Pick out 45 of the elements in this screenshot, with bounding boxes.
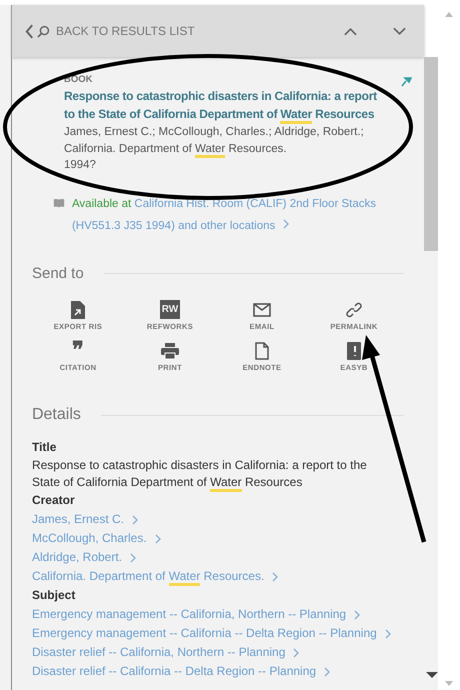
field-link[interactable]: Emergency management -- California -- Delta Region -- Planning — [32, 626, 377, 641]
chevron-right-icon[interactable] — [132, 514, 138, 524]
print-icon — [160, 341, 179, 360]
field-link[interactable]: Disaster relief -- California -- Delta Region -- Planning — [32, 664, 316, 679]
link-icon — [346, 300, 362, 319]
record-authors: James, Ernest C.; McCollough, Charles.; Aldridge, Robert.; California. Department of Water Resources. — [64, 124, 390, 158]
chevron-right-icon[interactable] — [324, 666, 330, 676]
email-icon — [252, 300, 271, 319]
field-link[interactable]: McCollough, Charles. — [32, 531, 147, 546]
chevron-right-icon[interactable] — [283, 219, 290, 229]
chevron-right-icon[interactable] — [130, 552, 136, 562]
easybib-icon — [346, 341, 361, 360]
refworks-icon: RW — [160, 300, 180, 319]
citation-icon: ❞ — [72, 341, 84, 360]
field-link[interactable]: Disaster relief -- California, Northern -- Planning — [32, 645, 286, 660]
field-label: Creator — [32, 492, 76, 509]
scroll-down-arrow-icon[interactable] — [445, 681, 454, 686]
scroll-down-icon[interactable] — [426, 672, 438, 678]
endnote-icon — [254, 341, 269, 360]
record-date: 1994? — [64, 158, 97, 173]
field-link[interactable]: James, Ernest C. — [32, 512, 124, 527]
scroll-up-arrow-icon[interactable] — [445, 12, 454, 17]
down-chevron-icon[interactable] — [393, 26, 406, 36]
field-link[interactable]: Emergency management -- California, Northern -- Planning — [32, 607, 346, 622]
availability-link[interactable]: Available at California Hist. Room (CALIF) 2nd Floor Stacks (HV551.3 J35 1994) and other locations — [72, 193, 390, 237]
export-icon — [70, 300, 85, 319]
chevron-right-icon[interactable] — [293, 648, 300, 658]
send-to-heading: Send to — [32, 265, 84, 282]
back-chevron-icon[interactable] — [24, 24, 34, 38]
chevron-right-icon[interactable] — [354, 610, 360, 620]
field-value: Response to catastrophic disasters in California: a report to the State of California Department of Water Resources — [32, 457, 394, 491]
up-chevron-icon[interactable] — [344, 26, 358, 36]
field-label: Subject — [32, 587, 76, 604]
field-link[interactable]: California. Department of Water Resources. — [32, 569, 264, 584]
chevron-right-icon[interactable] — [384, 628, 391, 638]
chevron-right-icon[interactable] — [154, 534, 161, 544]
details-heading: Details — [32, 406, 81, 424]
book-icon — [52, 197, 65, 208]
field-label: Title — [32, 439, 58, 456]
search-icon[interactable] — [36, 24, 50, 38]
record-title-link[interactable]: Response to catastrophic disasters in California: a report to the State of California Department of Water Resources — [64, 87, 390, 123]
chevron-right-icon[interactable] — [272, 572, 278, 582]
back-to-results-link[interactable]: BACK TO RESULTS LIST — [56, 24, 342, 38]
scrollbar-thumb[interactable] — [424, 57, 438, 251]
field-link[interactable]: Aldridge, Robert. — [32, 550, 122, 565]
